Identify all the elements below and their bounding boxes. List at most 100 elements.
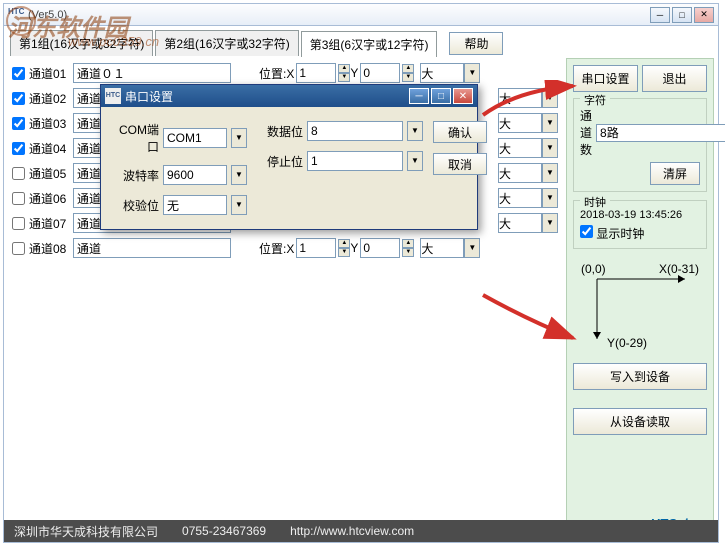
clock-group-title: 时钟 (580, 194, 610, 210)
dropdown-icon[interactable]: ▼ (231, 195, 247, 215)
dialog-ok-button[interactable]: 确认 (433, 121, 487, 143)
close-button[interactable]: ✕ (694, 7, 714, 23)
status-company: 深圳市华天成科技有限公司 (14, 523, 158, 540)
dropdown-icon[interactable]: ▼ (407, 151, 423, 171)
channel-checkbox[interactable] (12, 117, 25, 130)
size-select[interactable] (498, 88, 542, 108)
clock-group: 时钟 2018-03-19 13:45:26 显示时钟 (573, 200, 707, 249)
channel-count-label: 通道数 (580, 107, 592, 158)
pos-x-input[interactable] (296, 63, 336, 83)
baud-label: 波特率 (113, 167, 159, 184)
dropdown-icon[interactable]: ▼ (464, 63, 480, 83)
stop-bits-label: 停止位 (257, 153, 303, 170)
size-select[interactable] (420, 63, 464, 83)
read-device-button[interactable]: 从设备读取 (573, 408, 707, 435)
data-bits-input[interactable] (307, 121, 403, 141)
size-select[interactable] (498, 163, 542, 183)
show-clock-label[interactable]: 显示时钟 (580, 227, 644, 241)
size-select[interactable] (498, 113, 542, 133)
coord-y-label: Y(0-29) (607, 336, 647, 350)
dropdown-icon[interactable]: ▼ (542, 213, 558, 233)
dialog-cancel-button[interactable]: 取消 (433, 153, 487, 175)
dialog-titlebar: HTC 串口设置 ─ □ ✕ (101, 85, 477, 107)
com-port-input[interactable] (163, 128, 227, 148)
channel-checkbox[interactable] (12, 167, 25, 180)
y-spinner[interactable]: ▲▼ (402, 239, 414, 257)
chars-group-title: 字符 (580, 92, 610, 108)
channel-label: 通道05 (29, 165, 73, 182)
dropdown-icon[interactable]: ▼ (542, 188, 558, 208)
channel-label: 通道02 (29, 90, 73, 107)
serial-settings-dialog: HTC 串口设置 ─ □ ✕ COM端口 ▼ 波特率 ▼ 校验位 ▼ 数据位 ▼ (100, 84, 478, 230)
dialog-close-button[interactable]: ✕ (453, 88, 473, 104)
coord-origin-label: (0,0) (581, 262, 606, 276)
channel-label: 通道06 (29, 190, 73, 207)
dropdown-icon[interactable]: ▼ (407, 121, 423, 141)
stop-bits-input[interactable] (307, 151, 403, 171)
position-x-label: 位置:X (259, 65, 294, 82)
channel-checkbox[interactable] (12, 92, 25, 105)
tab-group2[interactable]: 第2组(16汉字或32字符) (155, 30, 298, 56)
clock-value: 2018-03-19 13:45:26 (580, 209, 700, 221)
parity-label: 校验位 (113, 197, 159, 214)
tabs-row: 第1组(16汉字或32字符) 第2组(16汉字或32字符) 第3组(6汉字或12… (4, 26, 718, 56)
dropdown-icon[interactable]: ▼ (542, 138, 558, 158)
dropdown-icon[interactable]: ▼ (542, 88, 558, 108)
watermark-icon (6, 6, 36, 36)
channel-label: 通道07 (29, 215, 73, 232)
title-bar: HTC (Ver5.0) ─ □ ✕ (4, 4, 718, 26)
pos-y-input[interactable] (360, 63, 400, 83)
parity-input[interactable] (163, 195, 227, 215)
dialog-minimize-button[interactable]: ─ (409, 88, 429, 104)
serial-settings-button[interactable]: 串口设置 (573, 65, 638, 92)
channel-label: 通道04 (29, 140, 73, 157)
channel-text-input[interactable] (73, 238, 231, 258)
status-url: http://www.htcview.com (290, 524, 414, 538)
y-spinner[interactable]: ▲▼ (402, 64, 414, 82)
chars-group: 字符 通道数 ▲▼ 清屏 (573, 98, 707, 192)
channel-checkbox[interactable] (12, 67, 25, 80)
position-x-label: 位置:X (259, 240, 294, 257)
minimize-button[interactable]: ─ (650, 7, 670, 23)
dialog-title-text: 串口设置 (125, 88, 407, 105)
channel-count-input[interactable] (596, 124, 725, 142)
dropdown-icon[interactable]: ▼ (231, 165, 247, 185)
exit-button[interactable]: 退出 (642, 65, 707, 92)
x-spinner[interactable]: ▲▼ (338, 64, 350, 82)
position-y-label: Y (350, 66, 358, 80)
data-bits-label: 数据位 (257, 123, 303, 140)
size-select[interactable] (498, 213, 542, 233)
tab-group3[interactable]: 第3组(6汉字或12字符) (301, 31, 438, 57)
pos-y-input[interactable] (360, 238, 400, 258)
clear-screen-button[interactable]: 清屏 (650, 162, 700, 185)
dropdown-icon[interactable]: ▼ (231, 128, 247, 148)
size-select[interactable] (498, 188, 542, 208)
channel-checkbox[interactable] (12, 192, 25, 205)
dialog-maximize-button[interactable]: □ (431, 88, 451, 104)
show-clock-checkbox[interactable] (580, 225, 593, 238)
dropdown-icon[interactable]: ▼ (464, 238, 480, 258)
channel-row: 通道08 位置:X ▲▼ Y ▲▼ ▼ (12, 237, 558, 259)
channel-label: 通道01 (29, 65, 73, 82)
channel-label: 通道03 (29, 115, 73, 132)
x-spinner[interactable]: ▲▼ (338, 239, 350, 257)
baud-input[interactable] (163, 165, 227, 185)
coord-x-label: X(0-31) (659, 262, 699, 276)
channel-text-input[interactable] (73, 63, 231, 83)
size-select[interactable] (498, 138, 542, 158)
pos-x-input[interactable] (296, 238, 336, 258)
write-device-button[interactable]: 写入到设备 (573, 363, 707, 390)
dropdown-icon[interactable]: ▼ (542, 113, 558, 133)
dropdown-icon[interactable]: ▼ (542, 163, 558, 183)
channel-label: 通道08 (29, 240, 73, 257)
maximize-button[interactable]: □ (672, 7, 692, 23)
right-panel: 串口设置 退出 字符 通道数 ▲▼ 清屏 时钟 2018-03-19 13:45… (566, 58, 714, 540)
dialog-body: COM端口 ▼ 波特率 ▼ 校验位 ▼ 数据位 ▼ 停止位 ▼ 确认 (101, 107, 477, 229)
size-select[interactable] (420, 238, 464, 258)
channel-checkbox[interactable] (12, 217, 25, 230)
tab-group1[interactable]: 第1组(16汉字或32字符) (10, 30, 153, 56)
window-title: (Ver5.0) (28, 9, 650, 21)
channel-checkbox[interactable] (12, 142, 25, 155)
help-button[interactable]: 帮助 (449, 32, 503, 55)
channel-checkbox[interactable] (12, 242, 25, 255)
